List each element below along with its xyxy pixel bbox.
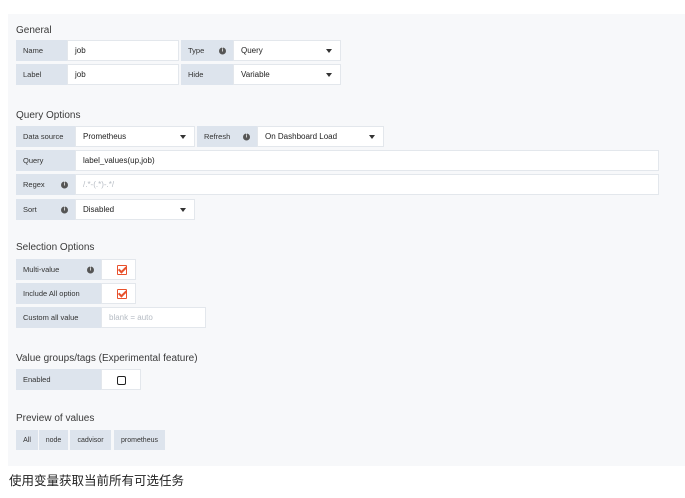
caret-down-icon [180,207,186,212]
sort-select[interactable]: Disabled [75,199,195,220]
preview-value-chip: prometheus [114,430,165,450]
type-label-text: Type [188,46,205,55]
refresh-select[interactable]: On Dashboard Load [257,126,384,147]
label-input[interactable]: job [67,64,179,85]
checkbox-unchecked-icon [117,376,126,385]
name-input[interactable]: job [67,40,179,61]
caret-down-icon [326,48,332,53]
datasource-select-value: Prometheus [83,132,127,141]
variable-editor-panel: General Name job Type i Query Label job H… [8,14,685,466]
refresh-label: Refresh i [197,126,257,147]
caret-down-icon [369,134,375,139]
enabled-label: Enabled [16,369,101,390]
multi-value-label: Multi-value i [16,259,101,280]
custom-all-label-text: Custom all value [23,313,79,322]
preview-value-chip: cadvisor [70,430,111,450]
hide-label-text: Hide [188,70,204,79]
preview-value-chip: node [39,430,68,450]
sort-label-text: Sort [23,205,37,214]
regex-label-text: Regex [23,180,45,189]
query-label-text: Query [23,156,44,165]
section-title-general: General [16,25,52,36]
section-title-preview: Preview of values [16,413,95,424]
custom-all-label: Custom all value [16,307,101,328]
hide-label: Hide [181,64,233,85]
name-label-text: Name [23,46,44,55]
info-icon[interactable]: i [219,47,226,54]
label-label-text: Label [23,70,42,79]
label-label: Label [16,64,67,85]
include-all-label: Include All option [16,283,101,304]
checkbox-checked-icon [117,265,127,275]
info-icon[interactable]: i [61,181,68,188]
query-input[interactable]: label_values(up,job) [75,150,659,171]
multi-value-checkbox[interactable] [101,259,136,280]
checkbox-checked-icon [117,289,127,299]
enabled-checkbox[interactable] [101,369,141,390]
preview-value-chip: All [16,430,38,450]
caret-down-icon [326,72,332,77]
sort-label: Sort i [16,199,75,220]
type-select-value: Query [241,46,263,55]
type-label: Type i [181,40,233,61]
section-title-selection-options: Selection Options [16,242,95,253]
datasource-label: Data source [16,126,75,147]
datasource-label-text: Data source [23,132,64,141]
include-all-label-text: Include All option [23,289,80,298]
type-select[interactable]: Query [233,40,341,61]
section-title-value-groups: Value groups/tags (Experimental feature) [16,353,198,364]
hide-select-value: Variable [241,70,270,79]
info-icon[interactable]: i [243,133,250,140]
hide-select[interactable]: Variable [233,64,341,85]
include-all-checkbox[interactable] [101,283,136,304]
regex-input[interactable]: /.*-(.*)-.*/ [75,174,659,195]
enabled-label-text: Enabled [23,375,51,384]
sort-select-value: Disabled [83,205,115,214]
multi-value-label-text: Multi-value [23,265,60,274]
info-icon[interactable]: i [61,206,68,213]
query-label: Query [16,150,75,171]
custom-all-input[interactable]: blank = auto [101,307,206,328]
refresh-select-value: On Dashboard Load [265,132,338,141]
info-icon[interactable]: i [87,266,94,273]
regex-label: Regex i [16,174,75,195]
caret-down-icon [180,134,186,139]
datasource-select[interactable]: Prometheus [75,126,195,147]
section-title-query-options: Query Options [16,110,81,121]
refresh-label-text: Refresh [204,132,231,141]
name-label: Name [16,40,67,61]
caption-text: 使用变量获取当前所有可选任务 [9,474,185,488]
